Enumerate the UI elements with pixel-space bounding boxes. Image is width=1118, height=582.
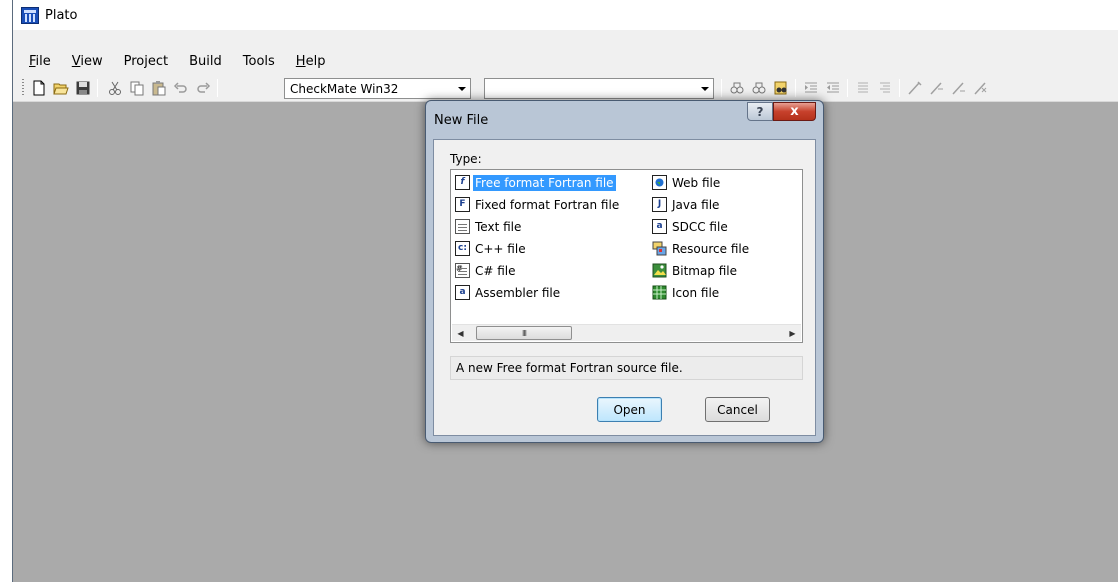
window-title: Plato bbox=[45, 7, 78, 23]
chevron-down-icon[interactable] bbox=[701, 87, 709, 91]
bookmark-prev-icon[interactable] bbox=[951, 80, 967, 96]
list-item-sdcc-file[interactable]: a SDCC file bbox=[652, 216, 730, 237]
scroll-right-arrow-icon[interactable]: ▶ bbox=[784, 325, 801, 341]
file-type-list[interactable]: f Free format Fortran file F Fixed forma… bbox=[450, 169, 803, 343]
help-button[interactable]: ? bbox=[747, 102, 773, 121]
toolbar-separator bbox=[217, 79, 218, 97]
find-icon[interactable] bbox=[729, 80, 745, 96]
indent-icon[interactable] bbox=[803, 80, 819, 96]
web-globe-icon bbox=[652, 175, 667, 190]
plato-app-icon bbox=[21, 6, 39, 24]
java-file-icon: J bbox=[652, 197, 667, 212]
resource-file-icon bbox=[652, 241, 667, 256]
toolbar-grip[interactable] bbox=[22, 79, 24, 95]
list-item-text-file[interactable]: Text file bbox=[455, 216, 523, 237]
title-bar: Plato bbox=[13, 0, 1118, 30]
chevron-down-icon[interactable] bbox=[458, 87, 466, 91]
bitmap-file-icon bbox=[652, 263, 667, 278]
menu-file[interactable]: File bbox=[29, 54, 51, 69]
fortran-fixed-icon: F bbox=[455, 197, 470, 212]
menu-build[interactable]: Build bbox=[189, 54, 222, 69]
close-button[interactable]: x bbox=[773, 102, 816, 121]
menu-tools[interactable]: Tools bbox=[243, 54, 275, 69]
find-in-files-icon[interactable] bbox=[773, 80, 789, 96]
list-item-web-file[interactable]: Web file bbox=[652, 172, 722, 193]
open-button[interactable]: Open bbox=[597, 397, 662, 422]
bookmark-next-icon[interactable] bbox=[929, 80, 945, 96]
redo-icon[interactable] bbox=[195, 80, 211, 96]
list-item-icon-file[interactable]: Icon file bbox=[652, 282, 721, 303]
menu-project[interactable]: Project bbox=[124, 54, 168, 69]
dialog-body: Type: f Free format Fortran file F Fixed… bbox=[433, 139, 816, 436]
find-next-icon[interactable] bbox=[751, 80, 767, 96]
list-item-resource-file[interactable]: Resource file bbox=[652, 238, 751, 259]
assembler-file-icon: a bbox=[455, 285, 470, 300]
dialog-title: New File bbox=[434, 113, 489, 128]
platform-combo[interactable] bbox=[484, 78, 714, 99]
comment-icon[interactable] bbox=[855, 80, 871, 96]
configuration-value: CheckMate Win32 bbox=[290, 82, 399, 96]
new-file-dialog: New File ? x Type: f Free format Fortran… bbox=[425, 100, 824, 443]
list-item-java-file[interactable]: J Java file bbox=[652, 194, 721, 215]
new-file-icon[interactable] bbox=[31, 80, 47, 96]
list-item-fixed-format-fortran[interactable]: F Fixed format Fortran file bbox=[455, 194, 621, 215]
list-item-cpp-file[interactable]: c: C++ file bbox=[455, 238, 528, 259]
copy-icon[interactable] bbox=[129, 80, 145, 96]
toolbar-separator bbox=[847, 79, 848, 97]
list-item-free-format-fortran[interactable]: f Free format Fortran file bbox=[455, 172, 616, 193]
file-type-description: A new Free format Fortran source file. bbox=[450, 356, 803, 380]
menu-view[interactable]: View bbox=[72, 54, 103, 69]
bookmark-clear-icon[interactable] bbox=[973, 80, 989, 96]
save-icon[interactable] bbox=[75, 80, 91, 96]
sdcc-file-icon: a bbox=[652, 219, 667, 234]
toolbar-separator bbox=[795, 79, 796, 97]
icon-file-icon bbox=[652, 285, 667, 300]
toolbar-separator bbox=[899, 79, 900, 97]
cut-icon[interactable] bbox=[107, 80, 123, 96]
cancel-button[interactable]: Cancel bbox=[705, 397, 770, 422]
toolbar-separator bbox=[721, 79, 722, 97]
toolbar-separator bbox=[97, 79, 98, 97]
csharp-file-icon: # bbox=[455, 263, 470, 278]
list-item-bitmap-file[interactable]: Bitmap file bbox=[652, 260, 739, 281]
scroll-thumb[interactable]: III bbox=[476, 326, 572, 340]
menu-spacer bbox=[13, 30, 1118, 50]
configuration-combo[interactable]: CheckMate Win32 bbox=[284, 78, 471, 99]
fortran-free-icon: f bbox=[455, 175, 470, 190]
bookmark-toggle-icon[interactable] bbox=[907, 80, 923, 96]
list-item-csharp-file[interactable]: # C# file bbox=[455, 260, 518, 281]
undo-icon[interactable] bbox=[173, 80, 189, 96]
uncomment-icon[interactable] bbox=[877, 80, 893, 96]
cpp-file-icon: c: bbox=[455, 241, 470, 256]
scroll-left-arrow-icon[interactable]: ◀ bbox=[452, 325, 469, 341]
horizontal-scrollbar[interactable]: ◀ III ▶ bbox=[452, 324, 801, 341]
menu-help[interactable]: Help bbox=[296, 54, 326, 69]
toolbar: CheckMate Win32 bbox=[13, 72, 1118, 102]
outdent-icon[interactable] bbox=[825, 80, 841, 96]
text-document-icon bbox=[455, 219, 470, 234]
type-label: Type: bbox=[450, 152, 482, 166]
list-item-assembler-file[interactable]: a Assembler file bbox=[455, 282, 562, 303]
paste-icon[interactable] bbox=[151, 80, 167, 96]
menu-bar: File View Project Build Tools Help bbox=[13, 50, 1118, 72]
open-folder-icon[interactable] bbox=[53, 80, 69, 96]
